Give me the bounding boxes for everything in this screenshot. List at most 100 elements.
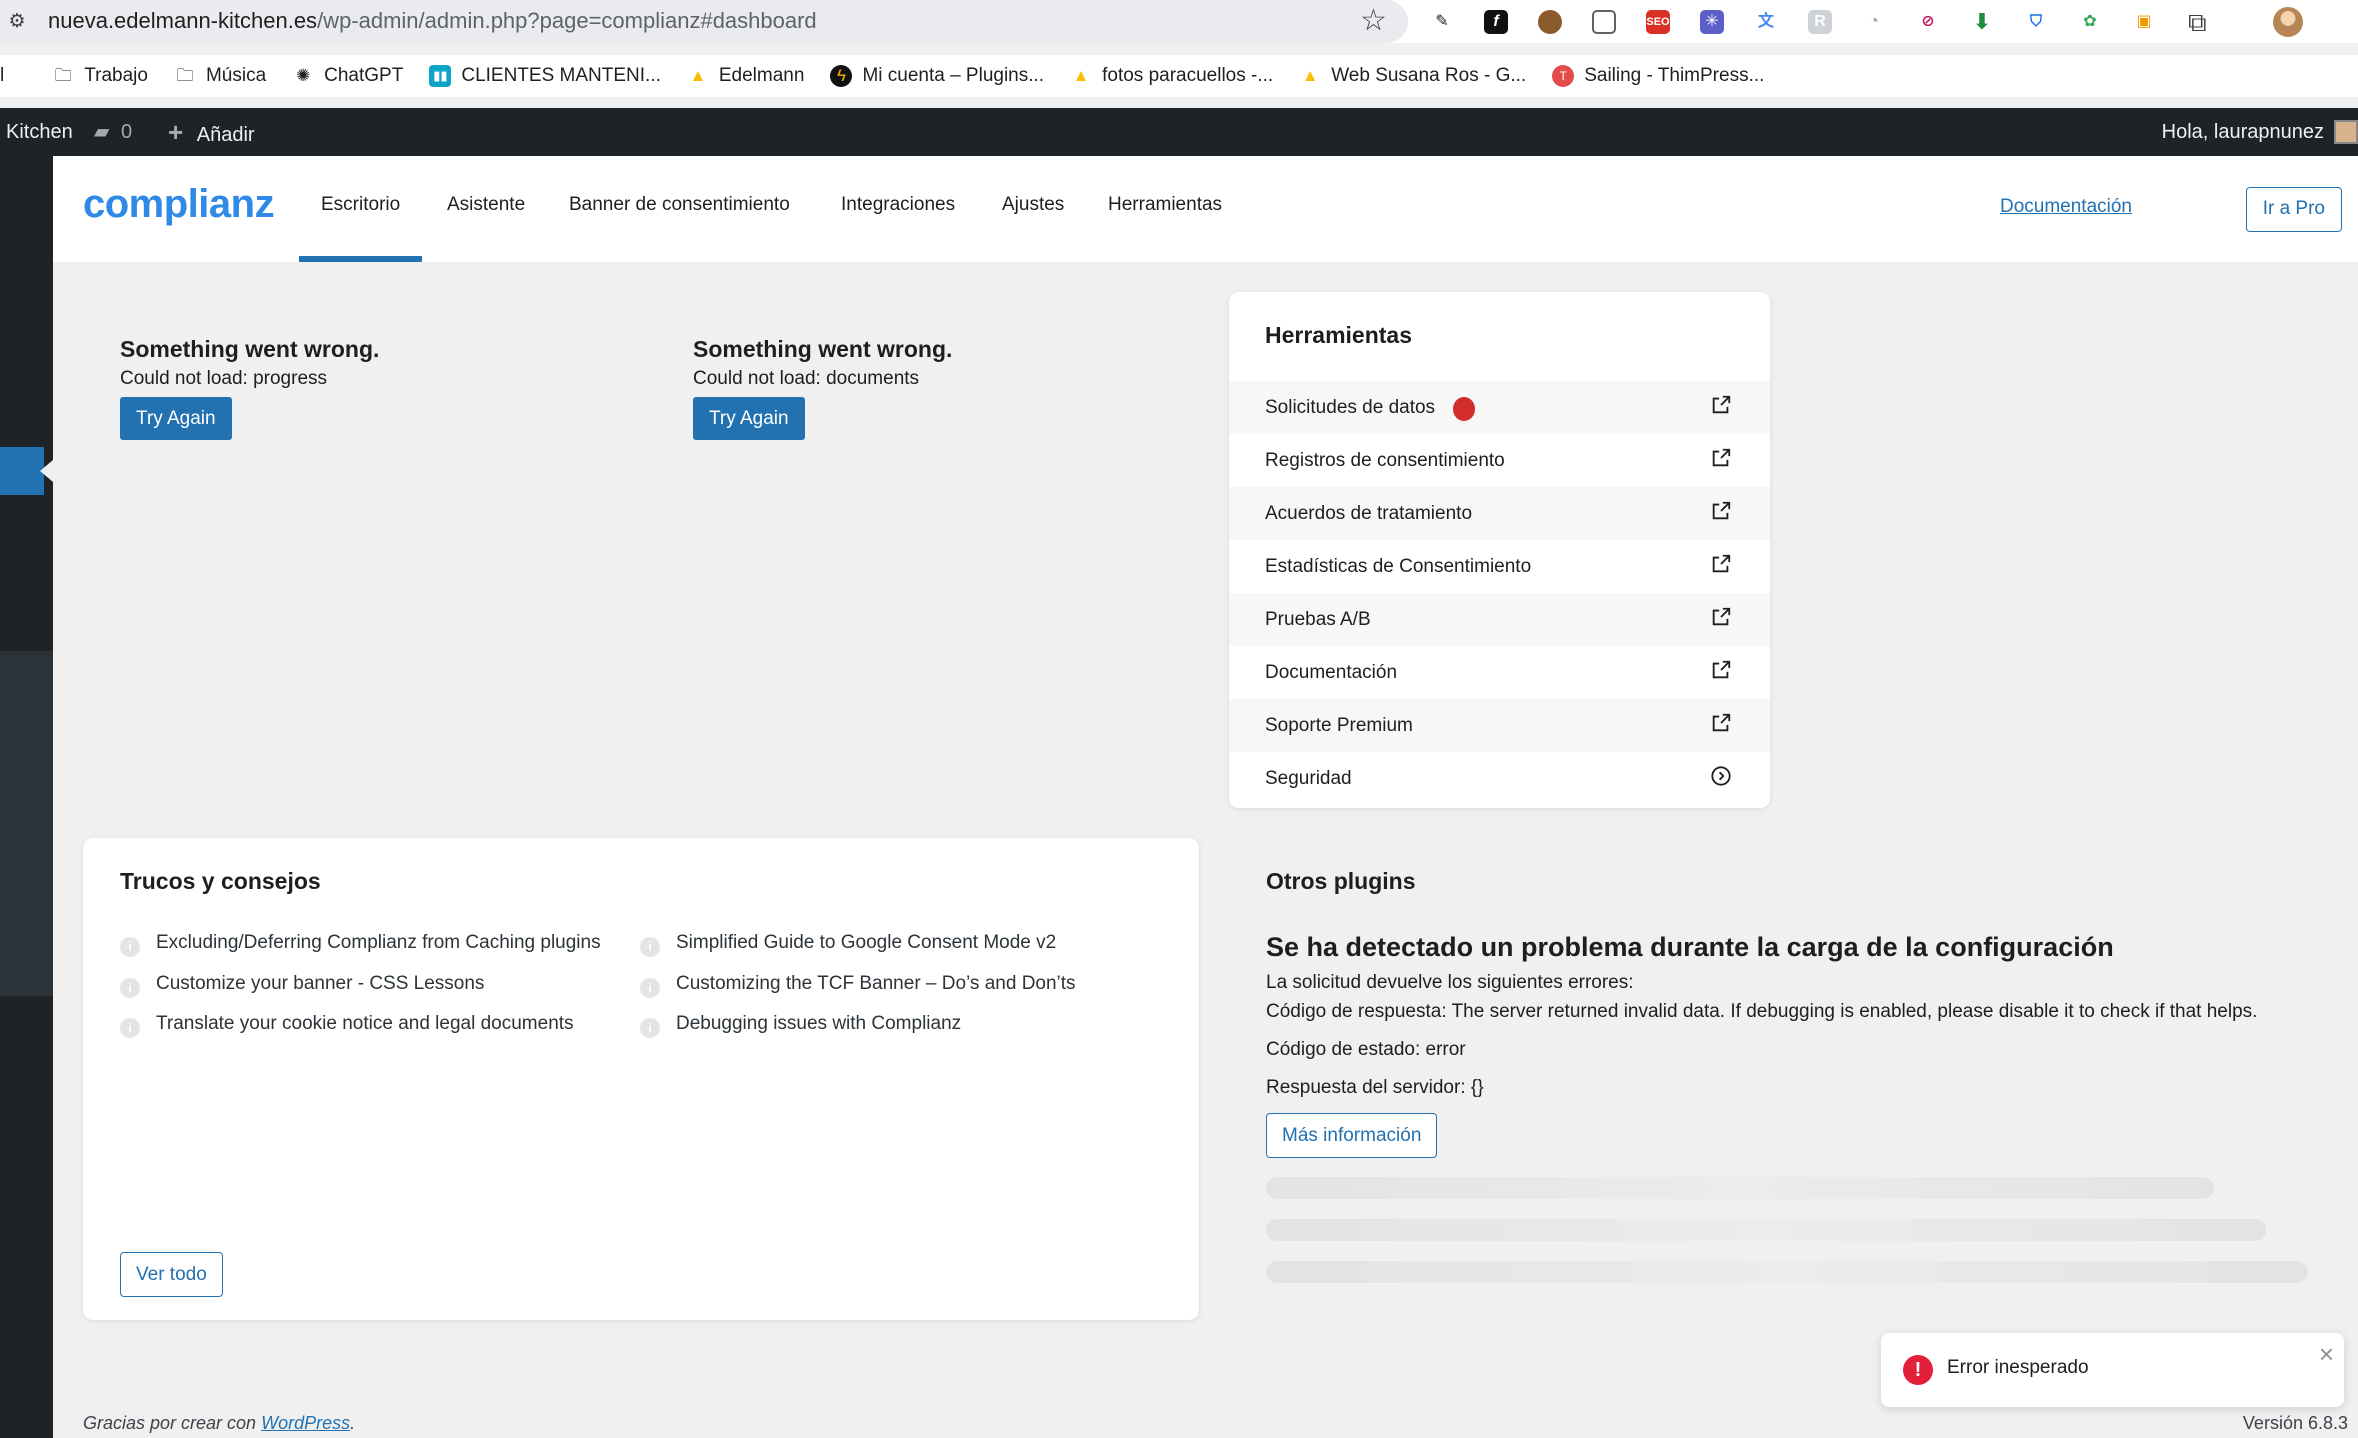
color-picker-icon[interactable]: ✎ [1430, 10, 1454, 34]
tool-row-processing-agreements[interactable]: Acuerdos de tratamiento [1229, 487, 1770, 540]
bookmark-item[interactable]: ✺ ChatGPT [292, 65, 403, 87]
tool-row-documentation[interactable]: Documentación [1229, 646, 1770, 699]
sidebar-current-arrow [40, 460, 53, 482]
extension-blue-icon[interactable]: ✳ [1700, 10, 1724, 34]
pacman-icon[interactable]: ◔ [1862, 10, 1886, 34]
tab-integraciones[interactable]: Integraciones [841, 156, 955, 262]
loading-skeleton-line [1266, 1219, 2266, 1241]
tab-asistente[interactable]: Asistente [447, 156, 525, 262]
loading-skeleton-line [1266, 1177, 2214, 1199]
profile-avatar[interactable] [2273, 7, 2303, 37]
tool-row-security[interactable]: Seguridad [1229, 752, 1770, 805]
window-icon[interactable] [1592, 10, 1616, 34]
tip-link[interactable]: i Customizing the TCF Banner – Do’s and D… [640, 971, 1076, 998]
tool-label: Acuerdos de tratamiento [1265, 503, 1473, 524]
bookmark-item[interactable]: ▲ Web Susana Ros - G... [1299, 65, 1526, 87]
error-title: Something went wrong. [693, 336, 953, 362]
error-message: Could not load: documents [693, 368, 920, 389]
notification-badge [1453, 397, 1475, 421]
bookmark-item[interactable]: T Sailing - ThimPress... [1552, 65, 1764, 87]
tip-link[interactable]: i Debugging issues with Complianz [640, 1011, 961, 1038]
bookmark-label: Música [205, 65, 267, 86]
bookmark-item[interactable]: 🗀 Trabajo [52, 65, 148, 87]
bug-icon[interactable]: ✿ [2078, 10, 2102, 34]
tip-link[interactable]: i Excluding/Deferring Complianz from Cach… [120, 930, 601, 957]
tip-link[interactable]: i Customize your banner - CSS Lessons [120, 971, 484, 998]
wordpress-link[interactable]: WordPress [261, 1413, 350, 1433]
external-link-icon[interactable] [1710, 500, 1732, 522]
external-link-icon[interactable] [1710, 553, 1732, 575]
comments-count: 0 [120, 121, 133, 143]
plus-icon: + [168, 117, 184, 147]
tool-row-ab-testing[interactable]: Pruebas A/B [1229, 593, 1770, 646]
bookmarks-bar: l 🗀 Trabajo 🗀 Música ✺ ChatGPT ▮▮ CLIENTES M… [0, 55, 2358, 97]
download-icon[interactable]: ⬇ [1970, 10, 1994, 34]
account-greeting[interactable]: Hola, laurapnunez [2162, 108, 2324, 156]
tool-row-consent-records[interactable]: Registros de consentimiento [1229, 434, 1770, 487]
comments-link[interactable]: ▰ 0 [94, 108, 132, 156]
cookie-icon[interactable] [1538, 10, 1562, 34]
site-name-link[interactable]: Kitchen [6, 108, 73, 156]
tab-herramientas[interactable]: Herramientas [1108, 156, 1222, 262]
shield-icon[interactable]: ⛉ [2024, 10, 2048, 34]
config-error-intro: La solicitud devuelve los siguientes err… [1266, 972, 1634, 993]
tool-row-data-requests[interactable]: Solicitudes de datos [1229, 381, 1770, 434]
go-pro-button[interactable]: Ir a Pro [2245, 187, 2342, 232]
tip-link[interactable]: i Translate your cookie notice and legal … [120, 1011, 574, 1038]
google-drive-icon: ▲ [1301, 66, 1319, 85]
address-bar[interactable]: ⚙ nueva.edelmann-kitchen.es/wp-admin/adm… [0, 0, 1408, 43]
external-link-icon[interactable] [1710, 606, 1732, 628]
tool-row-consent-statistics[interactable]: Estadísticas de Consentimiento [1229, 540, 1770, 593]
extension-gray-icon[interactable]: R [1808, 10, 1832, 34]
tools-card: Herramientas Solicitudes de datos Regist… [1229, 292, 1770, 808]
block-icon[interactable]: ⊘ [1916, 10, 1940, 34]
see-all-button[interactable]: Ver todo [120, 1252, 223, 1297]
sidebar-current-item[interactable] [0, 447, 44, 495]
url-text[interactable]: nueva.edelmann-kitchen.es/wp-admin/admin… [48, 8, 817, 34]
bookmark-item[interactable]: ▲ Edelmann [687, 65, 804, 87]
documents-error-block: Something went wrong. Could not load: do… [693, 333, 952, 440]
bookmark-item[interactable]: ▮▮ CLIENTES MANTENI... [429, 65, 661, 87]
add-new-link[interactable]: + Añadir [168, 108, 255, 156]
folder-icon: 🗀 [176, 66, 194, 85]
user-avatar[interactable] [2334, 120, 2358, 144]
tip-label: Customizing the TCF Banner – Do’s and Do… [676, 973, 1076, 994]
more-info-button[interactable]: Más información [1266, 1113, 1438, 1158]
close-icon[interactable]: × [2319, 1341, 2334, 1367]
bookmark-item[interactable]: 🗀 Música [174, 65, 266, 87]
documentation-link[interactable]: Documentación [2000, 196, 2132, 218]
external-link-icon[interactable] [1710, 394, 1732, 416]
url-path: /wp-admin/admin.php?page=complianz#dashb… [317, 8, 817, 33]
site-info-icon[interactable]: ⚙ [4, 9, 30, 35]
extensions-puzzle-icon[interactable]: ⧉ [2188, 6, 2207, 38]
tool-row-premium-support[interactable]: Soporte Premium [1229, 699, 1770, 752]
tab-escritorio[interactable]: Escritorio [299, 156, 423, 262]
comment-icon: ▰ [94, 121, 110, 143]
bookmark-label: ChatGPT [324, 65, 404, 86]
external-link-icon[interactable] [1710, 447, 1732, 469]
bookmark-item[interactable]: ▲ fotos paracuellos -... [1070, 65, 1274, 87]
font-icon[interactable]: f [1484, 10, 1508, 34]
wp-admin-sidebar [0, 156, 53, 1438]
info-icon: i [120, 978, 140, 998]
tip-link[interactable]: i Simplified Guide to Google Consent Mode… [640, 930, 1056, 957]
bookmark-star-icon[interactable]: ☆ [1360, 5, 1387, 37]
bookmark-item[interactable]: l [0, 65, 26, 87]
circle-arrow-right-icon[interactable] [1710, 765, 1732, 787]
try-again-button[interactable]: Try Again [693, 397, 805, 440]
tab-banner[interactable]: Banner de consentimiento [569, 156, 790, 262]
external-link-icon[interactable] [1710, 712, 1732, 734]
external-link-icon[interactable] [1710, 659, 1732, 681]
tool-label: Documentación [1265, 662, 1398, 683]
bookmark-item[interactable]: ϟ Mi cuenta – Plugins... [830, 65, 1044, 87]
tab-ajustes[interactable]: Ajustes [1002, 156, 1064, 262]
footer-thanks-suffix: . [350, 1413, 356, 1433]
toast-message: Error inesperado [1947, 1357, 2089, 1378]
try-again-button[interactable]: Try Again [120, 397, 232, 440]
error-title: Something went wrong. [120, 336, 380, 362]
image-icon[interactable]: ▣ [2132, 10, 2156, 34]
translate-icon[interactable]: 文 [1754, 10, 1778, 34]
bookmark-label: fotos paracuellos -... [1102, 65, 1274, 86]
lightning-icon: ϟ [830, 65, 853, 87]
seo-icon[interactable]: SEO [1646, 10, 1670, 34]
